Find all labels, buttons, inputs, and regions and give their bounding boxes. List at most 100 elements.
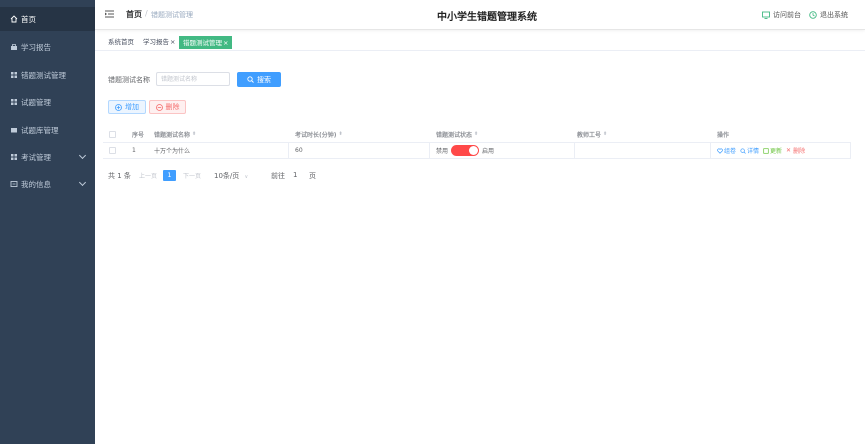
delete-button-label: 删除 <box>165 103 180 111</box>
column-header-status[interactable]: 错题测试状态 ⬍ <box>436 126 478 142</box>
table-header: 序号 错题测试名称 ⬍ 考试时长(分钟) ⬍ 错题测试状态 ⬍ 教师工号 ⬍ 操作 <box>103 126 851 143</box>
tab-label: 错题测试管理 <box>183 39 222 47</box>
bag-icon <box>10 43 18 51</box>
grid-icon <box>10 71 18 79</box>
sidebar-item-label: 学习报告 <box>21 42 51 52</box>
column-header-label: 教师工号 <box>577 131 602 139</box>
plus-circle-icon <box>115 103 122 111</box>
sidebar-item-label: 考试管理 <box>21 152 51 162</box>
breadcrumb-current: 错题测试管理 <box>151 11 193 19</box>
column-header-label: 错题测试名称 <box>154 131 191 139</box>
add-button-label: 增加 <box>125 103 139 111</box>
delete-row-link[interactable]: ✕ 删除 <box>786 146 805 155</box>
row-status: 禁用 启用 <box>436 143 494 158</box>
goto-suffix: 页 <box>309 172 316 180</box>
goto-prefix: 前往 <box>271 172 285 180</box>
sidebar-item-exam[interactable]: 考试管理 <box>0 145 95 169</box>
search-icon <box>740 147 746 154</box>
sidebar-item-label: 首页 <box>21 14 36 24</box>
chevron-down-icon: ∨ <box>244 174 249 180</box>
search-input[interactable] <box>156 72 230 86</box>
sidebar-item-label: 试题管理 <box>21 97 51 107</box>
search-button[interactable]: 搜索 <box>237 72 281 87</box>
column-header-duration[interactable]: 考试时长(分钟) ⬍ <box>295 126 343 142</box>
page-size-select[interactable]: 10条/页 ∨ <box>214 171 248 181</box>
tab-label: 系统首页 <box>108 38 134 46</box>
status-switch[interactable] <box>451 145 480 156</box>
tab-label: 学习报告 <box>143 38 169 46</box>
row-name: 十万个为什么 <box>154 148 191 155</box>
select-all-checkbox[interactable] <box>109 126 116 142</box>
table-row: 1 十万个为什么 60 禁用 启用 组卷 详情 更新 ✕ 删除 <box>103 143 851 159</box>
card-icon <box>10 126 18 134</box>
clock-icon <box>809 11 817 19</box>
sort-icon[interactable]: ⬍ <box>192 131 196 137</box>
sidebar-item-home[interactable]: 首页 <box>0 7 95 31</box>
column-header-operations: 操作 <box>717 131 730 139</box>
compose-paper-link[interactable]: 组卷 <box>717 146 736 155</box>
update-link[interactable]: 更新 <box>763 146 782 155</box>
search-label: 错题测试名称 <box>108 76 150 84</box>
top-header: 首页 / 错题测试管理 中小学生错题管理系统 访问前台 退出系统 <box>95 0 865 30</box>
sort-icon[interactable]: ⬍ <box>603 131 607 137</box>
close-icon: ✕ <box>786 147 792 154</box>
sidebar-item-mistake-test[interactable]: 错题测试管理 <box>0 63 95 87</box>
column-header-label: 考试时长(分钟) <box>295 131 337 139</box>
tab-mistake-test[interactable]: 错题测试管理× <box>179 36 233 49</box>
sort-icon[interactable]: ⬍ <box>474 131 478 137</box>
sidebar-item-question[interactable]: 试题管理 <box>0 90 95 114</box>
monitor-icon <box>762 11 770 19</box>
pagination: 共 1 条 上一页 1 下一页 10条/页 ∨ 前往 1 页 <box>108 170 328 181</box>
search-icon <box>247 76 254 83</box>
sidebar-item-label: 我的信息 <box>21 179 51 189</box>
switch-off-label: 禁用 <box>436 148 449 155</box>
column-header-index: 序号 <box>132 131 145 139</box>
sidebar-item-my-info[interactable]: 我的信息 <box>0 172 95 196</box>
edit-icon <box>763 147 769 154</box>
grid-icon <box>10 153 18 161</box>
column-header-teacher-id[interactable]: 教师工号 ⬍ <box>577 126 607 142</box>
detail-link[interactable]: 详情 <box>740 146 759 155</box>
sidebar-item-label: 试题库管理 <box>21 125 59 135</box>
sort-icon[interactable]: ⬍ <box>339 131 343 137</box>
logout-label: 退出系统 <box>820 11 848 19</box>
row-index: 1 <box>132 147 136 154</box>
column-header-label: 错题测试状态 <box>436 131 473 139</box>
op-label: 更新 <box>770 148 783 155</box>
next-page-button[interactable]: 下一页 <box>183 171 201 180</box>
home-icon <box>10 15 18 23</box>
visit-frontend-button[interactable]: 访问前台 <box>762 10 801 20</box>
app-title: 中小学生错题管理系统 <box>437 12 537 23</box>
tab-study-report[interactable]: 学习报告× <box>140 36 178 49</box>
prev-page-button[interactable]: 上一页 <box>139 171 157 180</box>
sidebar-item-study-report[interactable]: 学习报告 <box>0 35 95 59</box>
data-table: 序号 错题测试名称 ⬍ 考试时长(分钟) ⬍ 错题测试状态 ⬍ 教师工号 ⬍ 操作 1 … <box>103 126 851 159</box>
close-icon[interactable]: × <box>170 38 175 46</box>
search-button-label: 搜索 <box>257 75 271 84</box>
logout-button[interactable]: 退出系统 <box>809 10 848 20</box>
sidebar-item-question-bank[interactable]: 试题库管理 <box>0 118 95 142</box>
breadcrumb-home[interactable]: 首页 <box>126 9 142 20</box>
visit-frontend-label: 访问前台 <box>773 11 801 19</box>
sidebar: 首页 学习报告 错题测试管理 试题管理 试题库管理 考试管理 我的信息 <box>0 0 95 444</box>
page-size-value: 10条/页 <box>214 172 240 180</box>
goto-page-input[interactable]: 1 <box>293 171 297 179</box>
delete-button[interactable]: 删除 <box>149 100 186 114</box>
tags-view: 系统首页 学习报告× 错题测试管理× <box>95 34 865 51</box>
page-number-current[interactable]: 1 <box>163 170 176 181</box>
chevron-down-icon <box>78 178 87 187</box>
sidebar-item-label: 错题测试管理 <box>21 70 66 80</box>
row-duration: 60 <box>295 147 303 154</box>
breadcrumb-separator: / <box>145 9 148 18</box>
column-header-name[interactable]: 错题测试名称 ⬍ <box>154 126 196 142</box>
tab-system-home[interactable]: 系统首页 <box>105 36 137 49</box>
close-icon[interactable]: × <box>223 39 228 47</box>
card-icon <box>10 180 18 188</box>
chevron-down-icon <box>78 151 87 160</box>
menu-fold-icon[interactable] <box>105 10 114 18</box>
op-label: 组卷 <box>724 148 737 155</box>
heart-icon <box>717 148 723 154</box>
row-checkbox[interactable] <box>109 143 116 158</box>
add-button[interactable]: 增加 <box>108 100 146 114</box>
row-operations: 组卷 详情 更新 ✕ 删除 <box>717 143 809 158</box>
